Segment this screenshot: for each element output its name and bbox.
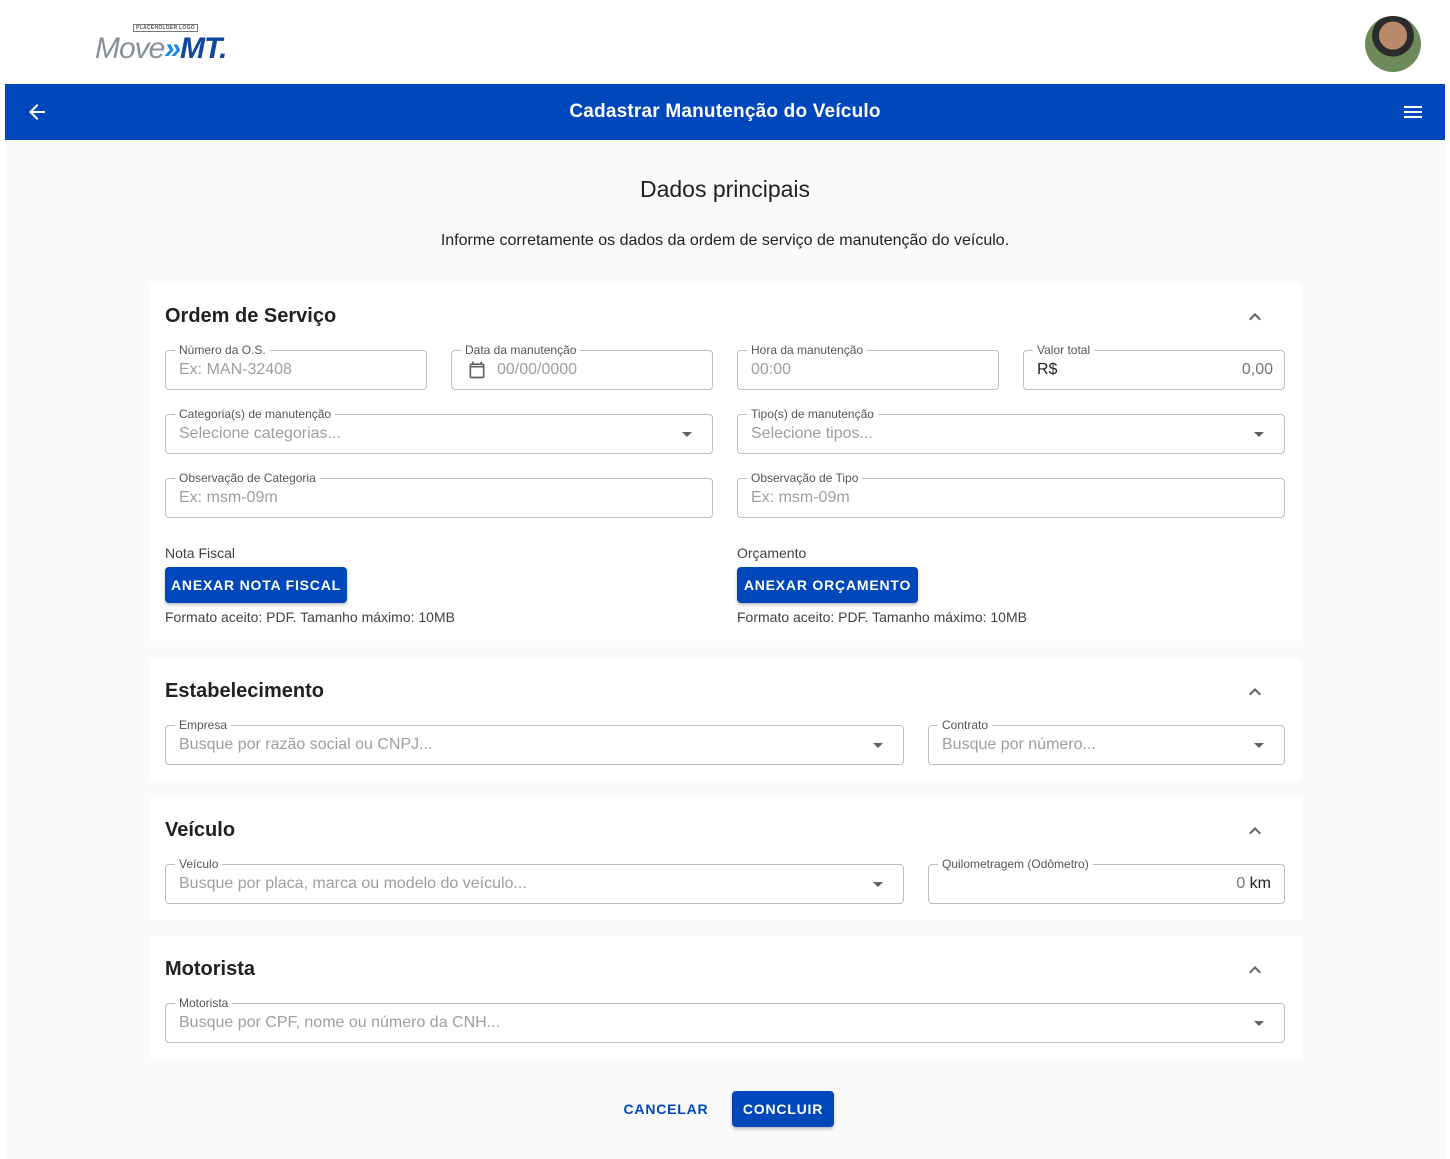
chevron-up-icon[interactable] bbox=[1243, 305, 1267, 329]
currency-prefix: R$ bbox=[1037, 361, 1058, 378]
cancel-button[interactable]: CANCELAR bbox=[616, 1091, 716, 1127]
chevron-up-icon[interactable] bbox=[1243, 958, 1267, 982]
empresa-select[interactable]: Empresa Busque por razão social ou CNPJ.… bbox=[165, 717, 904, 765]
nota-fiscal-label: Nota Fiscal bbox=[165, 545, 236, 561]
caret-down-icon[interactable] bbox=[682, 432, 692, 437]
panel-title-ordem-servico: Ordem de Serviço bbox=[165, 305, 337, 327]
submit-button[interactable]: CONCLUIR bbox=[732, 1091, 834, 1127]
panel-title-estabelecimento: Estabelecimento bbox=[165, 680, 324, 702]
section-description: Informe corretamente os dados da ordem d… bbox=[440, 232, 1010, 249]
veiculo-select[interactable]: Veículo Busque por placa, marca ou model… bbox=[165, 856, 904, 904]
app-frame: PLACEHOLDER LOGO Move»MT. Cadastrar Manu… bbox=[5, 4, 1445, 1159]
obs-tipo-field[interactable]: Observação de Tipo Ex: msm-09m bbox=[737, 470, 1285, 518]
logo-placeholder-tag: PLACEHOLDER LOGO bbox=[133, 24, 198, 32]
chevron-up-icon[interactable] bbox=[1243, 680, 1267, 704]
odometer-value: 0 km bbox=[1236, 875, 1271, 892]
brand-logo[interactable]: PLACEHOLDER LOGO Move»MT. bbox=[95, 24, 245, 70]
panel-title-veiculo: Veículo bbox=[165, 819, 236, 841]
caret-down-icon[interactable] bbox=[873, 882, 883, 887]
orcamento-label: Orçamento bbox=[737, 545, 807, 561]
calendar-icon[interactable] bbox=[467, 360, 487, 380]
anexar-orcamento-button[interactable]: ANEXAR ORÇAMENTO bbox=[737, 567, 918, 603]
orcamento-hint: Formato aceito: PDF. Tamanho máximo: 10M… bbox=[737, 609, 1027, 625]
tipos-select[interactable]: Tipo(s) de manutenção Selecione tipos... bbox=[737, 406, 1285, 454]
section-heading: Dados principais bbox=[639, 176, 811, 202]
quilometragem-field[interactable]: Quilometragem (Odômetro) 0 km bbox=[928, 856, 1285, 904]
panel-ordem-servico: Ordem de Serviço Número da O.S. Ex: MAN-… bbox=[149, 283, 1301, 641]
logo-wordmark: Move»MT. bbox=[95, 32, 227, 65]
hora-manutencao-field[interactable]: Hora da manutenção 00:00 bbox=[737, 342, 999, 390]
panel-estabelecimento: Estabelecimento Empresa Busque por razão… bbox=[149, 658, 1301, 781]
page-title: Cadastrar Manutenção do Veículo bbox=[569, 101, 881, 122]
contrato-select[interactable]: Contrato Busque por número... bbox=[928, 717, 1285, 765]
panel-motorista: Motorista Motorista Busque por CPF, nome… bbox=[149, 936, 1301, 1059]
nota-fiscal-hint: Formato aceito: PDF. Tamanho máximo: 10M… bbox=[165, 609, 455, 625]
obs-categoria-field[interactable]: Observação de Categoria Ex: msm-09m bbox=[165, 470, 713, 518]
panel-title-motorista: Motorista bbox=[165, 958, 255, 980]
caret-down-icon[interactable] bbox=[1254, 432, 1264, 437]
motorista-select[interactable]: Motorista Busque por CPF, nome ou número… bbox=[165, 995, 1285, 1043]
valor-total-field[interactable]: Valor total R$ 0,00 bbox=[1023, 342, 1285, 390]
data-manutencao-field[interactable]: Data da manutenção 00/00/0000 bbox=[451, 342, 713, 390]
panel-veiculo: Veículo Veículo Busque por placa, marca … bbox=[149, 797, 1301, 920]
caret-down-icon[interactable] bbox=[873, 743, 883, 748]
hamburger-menu-icon[interactable] bbox=[1401, 100, 1425, 124]
top-header: PLACEHOLDER LOGO Move»MT. bbox=[5, 4, 1445, 84]
user-avatar[interactable] bbox=[1365, 16, 1421, 72]
anexar-nota-fiscal-button[interactable]: ANEXAR NOTA FISCAL bbox=[165, 567, 347, 603]
caret-down-icon[interactable] bbox=[1254, 743, 1264, 748]
caret-down-icon[interactable] bbox=[1254, 1021, 1264, 1026]
app-bar: Cadastrar Manutenção do Veículo bbox=[5, 84, 1445, 140]
numero-os-field[interactable]: Número da O.S. Ex: MAN-32408 bbox=[165, 342, 427, 390]
chevron-up-icon[interactable] bbox=[1243, 819, 1267, 843]
categorias-select[interactable]: Categoria(s) de manutenção Selecione cat… bbox=[165, 406, 713, 454]
